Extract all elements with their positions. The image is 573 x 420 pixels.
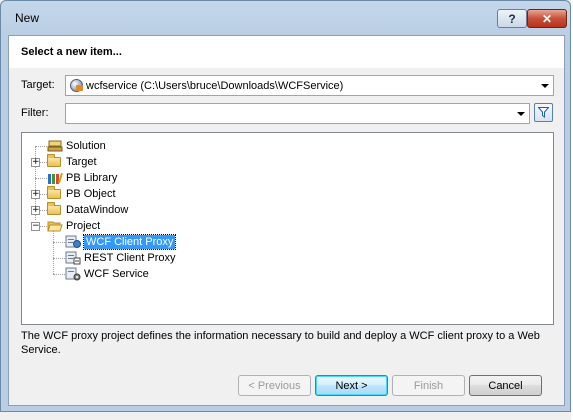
funnel-icon: [538, 107, 549, 118]
folder-icon: [47, 186, 63, 201]
close-button[interactable]: ✕: [527, 9, 567, 28]
tree-connector: [40, 210, 47, 211]
close-icon: ✕: [541, 11, 553, 26]
item-description: The WCF proxy project defines the inform…: [21, 330, 540, 356]
rest-client-proxy-icon: [65, 251, 81, 265]
tree-item-label: Solution: [66, 140, 106, 152]
library-icon: [48, 172, 63, 184]
tree-connector: [35, 178, 47, 179]
solution-icon: [47, 140, 63, 152]
tree-item-pb-library[interactable]: PB Library: [47, 170, 117, 186]
tree-item-target[interactable]: Target: [47, 154, 97, 170]
expand-toggle-pb-object[interactable]: +: [31, 190, 40, 199]
finish-button[interactable]: Finish: [392, 375, 465, 396]
folder-icon: [47, 154, 63, 169]
filter-label: Filter:: [21, 107, 49, 119]
tree-item-label: Project: [66, 220, 101, 232]
tree-connector: [40, 226, 47, 227]
previous-button[interactable]: < Previous: [238, 375, 311, 396]
open-folder-icon: [47, 221, 63, 232]
tree-connector: [40, 194, 47, 195]
next-button[interactable]: Next >: [315, 375, 388, 396]
tree-item-wcf-service[interactable]: WCF Service: [65, 266, 149, 282]
tree-item-rest-client-proxy[interactable]: REST Client Proxy: [65, 250, 176, 266]
target-combobox[interactable]: wcfservice (C:\Users\bruce\Downloads\WCF…: [65, 75, 554, 96]
tree-item-project[interactable]: Project: [47, 218, 100, 234]
dialog-window: New ? ✕ Select a new item... Target: wcf…: [0, 0, 571, 412]
dialog-header: Select a new item...: [9, 36, 564, 68]
dialog-client-area: Select a new item... Target: wcfservice …: [8, 35, 565, 406]
chevron-down-icon[interactable]: [541, 84, 549, 88]
tree-connector: [53, 274, 65, 275]
tree-item-solution[interactable]: Solution: [47, 138, 106, 154]
chevron-down-icon[interactable]: [517, 112, 525, 116]
tree-item-label: Target: [66, 156, 97, 168]
item-tree[interactable]: + + + − Solution Target PB Library PB Ob…: [21, 132, 554, 325]
tree-item-label: PB Object: [66, 188, 116, 200]
tree-item-label: PB Library: [66, 172, 118, 184]
page-heading: Select a new item...: [21, 46, 122, 58]
tree-item-label: WCF Service: [84, 268, 149, 280]
wcf-client-proxy-icon: [65, 235, 81, 248]
collapse-toggle-project[interactable]: −: [31, 222, 40, 231]
help-icon: ?: [508, 11, 516, 26]
tree-connector: [35, 146, 47, 147]
tree-connector: [40, 162, 47, 163]
filter-button[interactable]: [534, 103, 553, 122]
workspace-icon: [70, 79, 83, 92]
title-bar[interactable]: New ? ✕: [1, 1, 570, 35]
expand-toggle-target[interactable]: +: [31, 158, 40, 167]
tree-item-datawindow[interactable]: DataWindow: [47, 202, 128, 218]
help-button[interactable]: ?: [497, 9, 527, 28]
tree-connector: [53, 242, 65, 243]
window-title: New: [15, 11, 40, 25]
tree-item-label: DataWindow: [66, 204, 129, 216]
filter-combobox[interactable]: [65, 103, 530, 124]
expand-toggle-datawindow[interactable]: +: [31, 206, 40, 215]
tree-connector: [53, 231, 54, 274]
cancel-button[interactable]: Cancel: [469, 375, 542, 396]
target-label: Target:: [21, 79, 55, 91]
tree-item-label-selected: WCF Client Proxy: [82, 234, 177, 250]
tree-item-pb-object[interactable]: PB Object: [47, 186, 116, 202]
wcf-service-icon: [65, 267, 81, 281]
tree-item-label: REST Client Proxy: [84, 252, 176, 264]
tree-connector: [53, 258, 65, 259]
target-value: wcfservice (C:\Users\bruce\Downloads\WCF…: [86, 80, 344, 92]
folder-icon: [47, 202, 63, 217]
tree-item-wcf-client-proxy[interactable]: WCF Client Proxy: [65, 234, 177, 250]
